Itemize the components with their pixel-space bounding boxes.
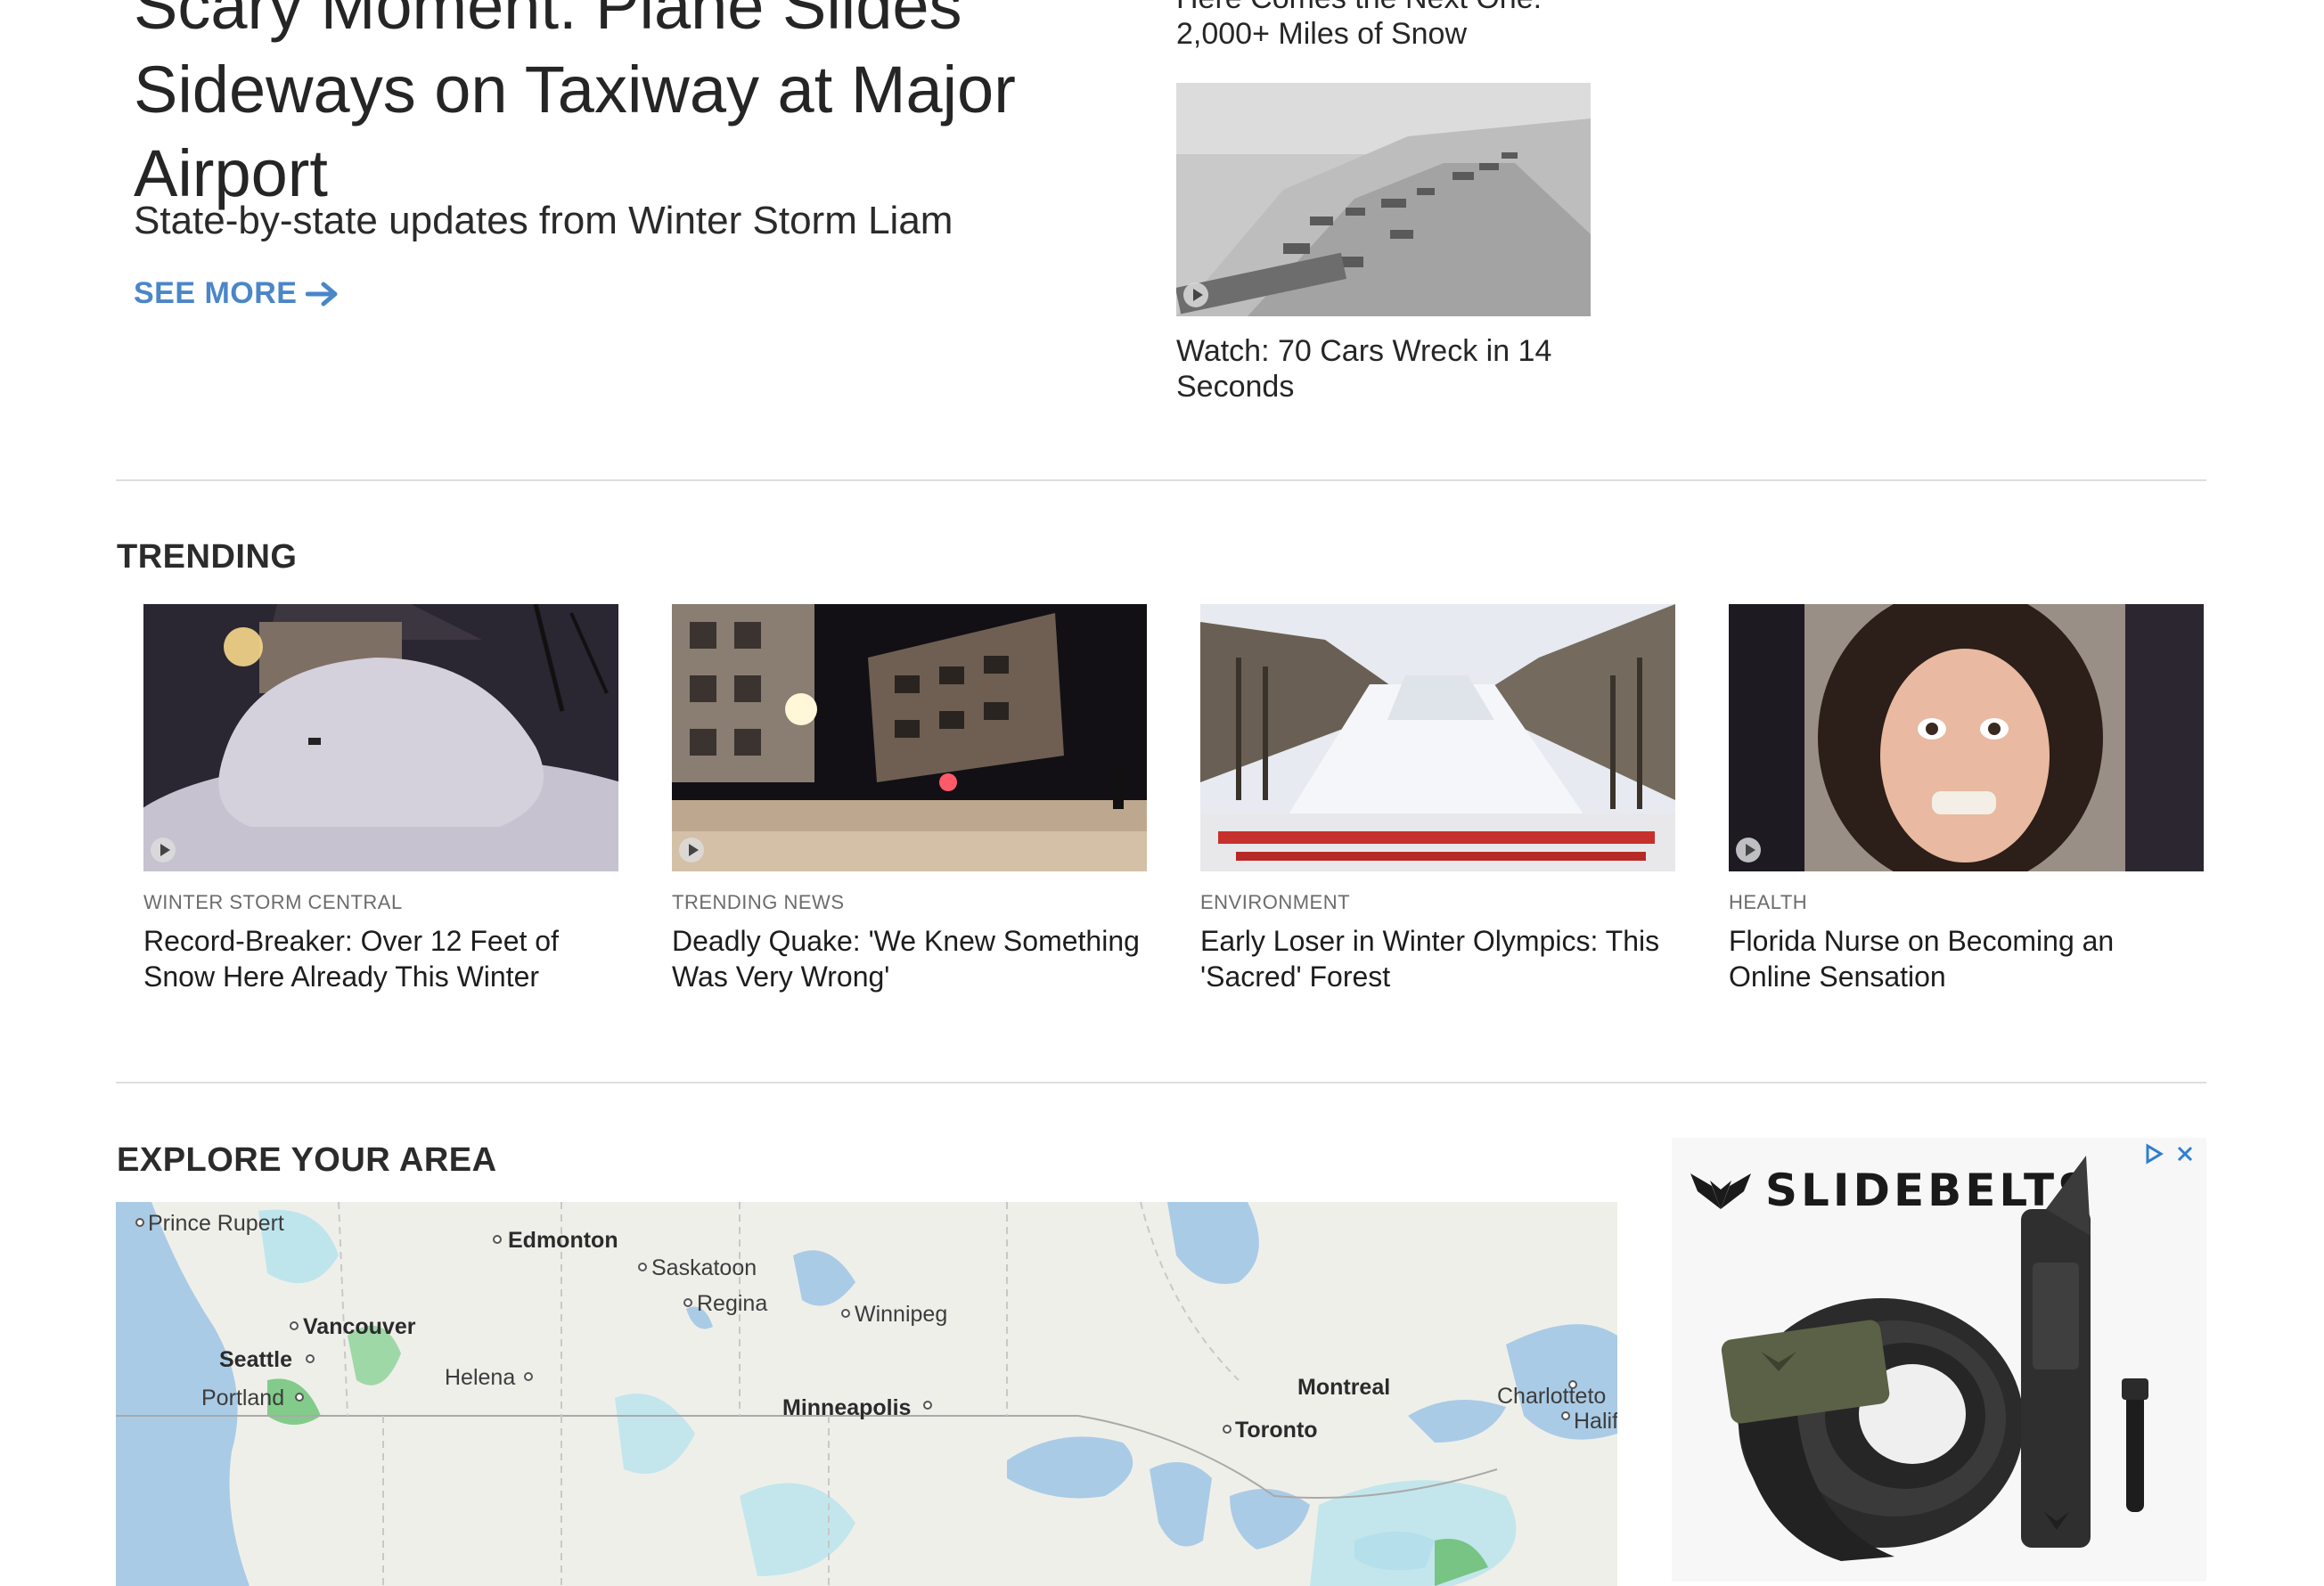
- map-city-label: Saskatoon: [651, 1255, 757, 1280]
- snow-covered-car-image: [143, 604, 618, 871]
- map-city-label: Regina: [697, 1291, 767, 1316]
- side-story-link[interactable]: Here Comes the Next One: 2,000+ Miles of…: [1176, 0, 1586, 52]
- advertisement[interactable]: SLIDEBELTS: [1672, 1138, 2206, 1582]
- map-city-label: Helena: [445, 1365, 515, 1390]
- trending-card[interactable]: ENVIRONMENT Early Loser in Winter Olympi…: [1200, 604, 1675, 994]
- map-city-label: Minneapolis: [782, 1395, 911, 1420]
- arrow-right-icon: [306, 282, 338, 306]
- video-thumbnail-car-wreck[interactable]: [1176, 83, 1591, 316]
- woman-face-image: [1729, 604, 2204, 871]
- map-city-label: Edmonton: [508, 1228, 618, 1253]
- map-canvas: Prince Rupert Edmonton Saskatoon Regina …: [116, 1202, 1617, 1586]
- tilted-building-image: [672, 604, 1147, 871]
- trending-thumbnail-snow-car[interactable]: [143, 604, 618, 871]
- card-category: HEALTH: [1729, 891, 1808, 913]
- map-city-label: Halif: [1574, 1409, 1617, 1434]
- map-city-label: Toronto: [1235, 1418, 1318, 1443]
- card-category: ENVIRONMENT: [1200, 891, 1351, 913]
- card-title[interactable]: Record-Breaker: Over 12 Feet of Snow Her…: [143, 923, 618, 994]
- trending-card[interactable]: HEALTH Florida Nurse on Becoming an Onli…: [1729, 604, 2204, 994]
- card-title[interactable]: Florida Nurse on Becoming an Online Sens…: [1729, 923, 2204, 994]
- trending-thumbnail-olympics[interactable]: [1200, 604, 1675, 871]
- trending-card[interactable]: WINTER STORM CENTRAL Record-Breaker: Ove…: [143, 604, 618, 994]
- map-city-label: Montreal: [1297, 1375, 1390, 1400]
- divider: [116, 1082, 2206, 1083]
- card-category: TRENDING NEWS: [672, 891, 845, 913]
- play-icon: [679, 838, 704, 862]
- trending-thumbnail-nurse[interactable]: [1729, 604, 2204, 871]
- map-city-label: Winnipeg: [855, 1302, 947, 1327]
- map-city-label: Prince Rupert: [148, 1211, 284, 1236]
- trending-thumbnail-quake[interactable]: [672, 604, 1147, 871]
- weather-radar-map[interactable]: Prince Rupert Edmonton Saskatoon Regina …: [116, 1202, 1617, 1586]
- map-city-label: Charlotteto: [1497, 1384, 1606, 1409]
- play-icon: [1736, 838, 1761, 862]
- hero-subheadline[interactable]: State-by-state updates from Winter Storm…: [134, 196, 953, 246]
- map-city-label: Seattle: [219, 1347, 292, 1372]
- card-title[interactable]: Deadly Quake: 'We Knew Something Was Ver…: [672, 923, 1147, 994]
- video-caption[interactable]: Watch: 70 Cars Wreck in 14 Seconds: [1176, 333, 1586, 405]
- trending-heading: TRENDING: [117, 538, 298, 576]
- see-more-link[interactable]: SEE MORE: [134, 276, 340, 311]
- hero-headline[interactable]: Scary Moment: Plane Slides Sideways on T…: [134, 0, 1096, 216]
- map-city-label: Vancouver: [303, 1314, 416, 1339]
- play-icon: [151, 838, 176, 862]
- see-more-label: SEE MORE: [134, 276, 298, 310]
- divider: [116, 479, 2206, 481]
- belt-product-image: [1721, 1156, 2148, 1561]
- card-category: WINTER STORM CENTRAL: [143, 891, 403, 913]
- trending-card[interactable]: TRENDING NEWS Deadly Quake: 'We Knew Som…: [672, 604, 1147, 994]
- play-icon: [1183, 282, 1208, 307]
- snowy-highway-image: [1176, 83, 1591, 316]
- explore-heading: EXPLORE YOUR AREA: [117, 1141, 497, 1179]
- card-title[interactable]: Early Loser in Winter Olympics: This 'Sa…: [1200, 923, 1675, 994]
- map-city-label: Portland: [201, 1386, 284, 1410]
- ski-slope-image: [1200, 604, 1675, 871]
